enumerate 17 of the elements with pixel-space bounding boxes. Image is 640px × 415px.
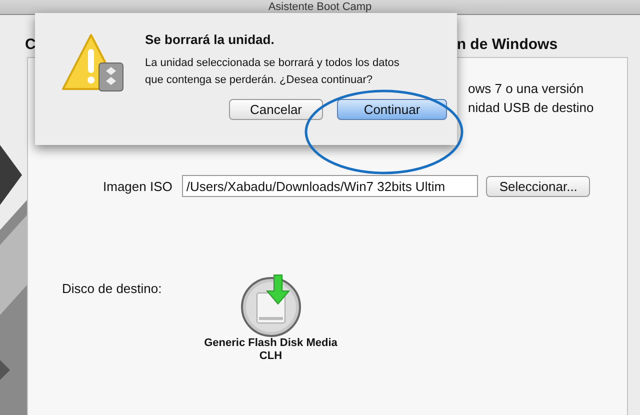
heading-text: C xyxy=(25,36,36,53)
intro-text: nidad USB de destino xyxy=(468,100,595,115)
alert-message: La unidad seleccionada se borrará y todos los datos xyxy=(145,56,400,71)
select-button[interactable]: Seleccionar... xyxy=(486,176,590,196)
window-title: Asistente Boot Camp xyxy=(268,1,372,13)
iso-label: Imagen ISO xyxy=(103,178,172,194)
disk-name: CLH xyxy=(259,350,282,363)
heading-text: n de Windows xyxy=(456,36,558,53)
alert-message: que contenga se perderán. ¿Desea continuar? xyxy=(145,73,374,88)
iso-path-field[interactable]: /Users/Xabadu/Downloads/Win7 32bits Ultim xyxy=(182,175,478,197)
dialog-button[interactable]: Cancelar xyxy=(229,99,323,120)
alert-title: Se borrará la unidad. xyxy=(145,32,276,47)
destination-label: Disco de destino: xyxy=(62,281,162,298)
usb-disk-icon[interactable] xyxy=(238,273,303,337)
disk-name: Generic Flash Disk Media xyxy=(204,337,338,350)
intro-text: ows 7 o una versión xyxy=(468,81,585,96)
default-button[interactable]: Continuar xyxy=(337,99,447,120)
